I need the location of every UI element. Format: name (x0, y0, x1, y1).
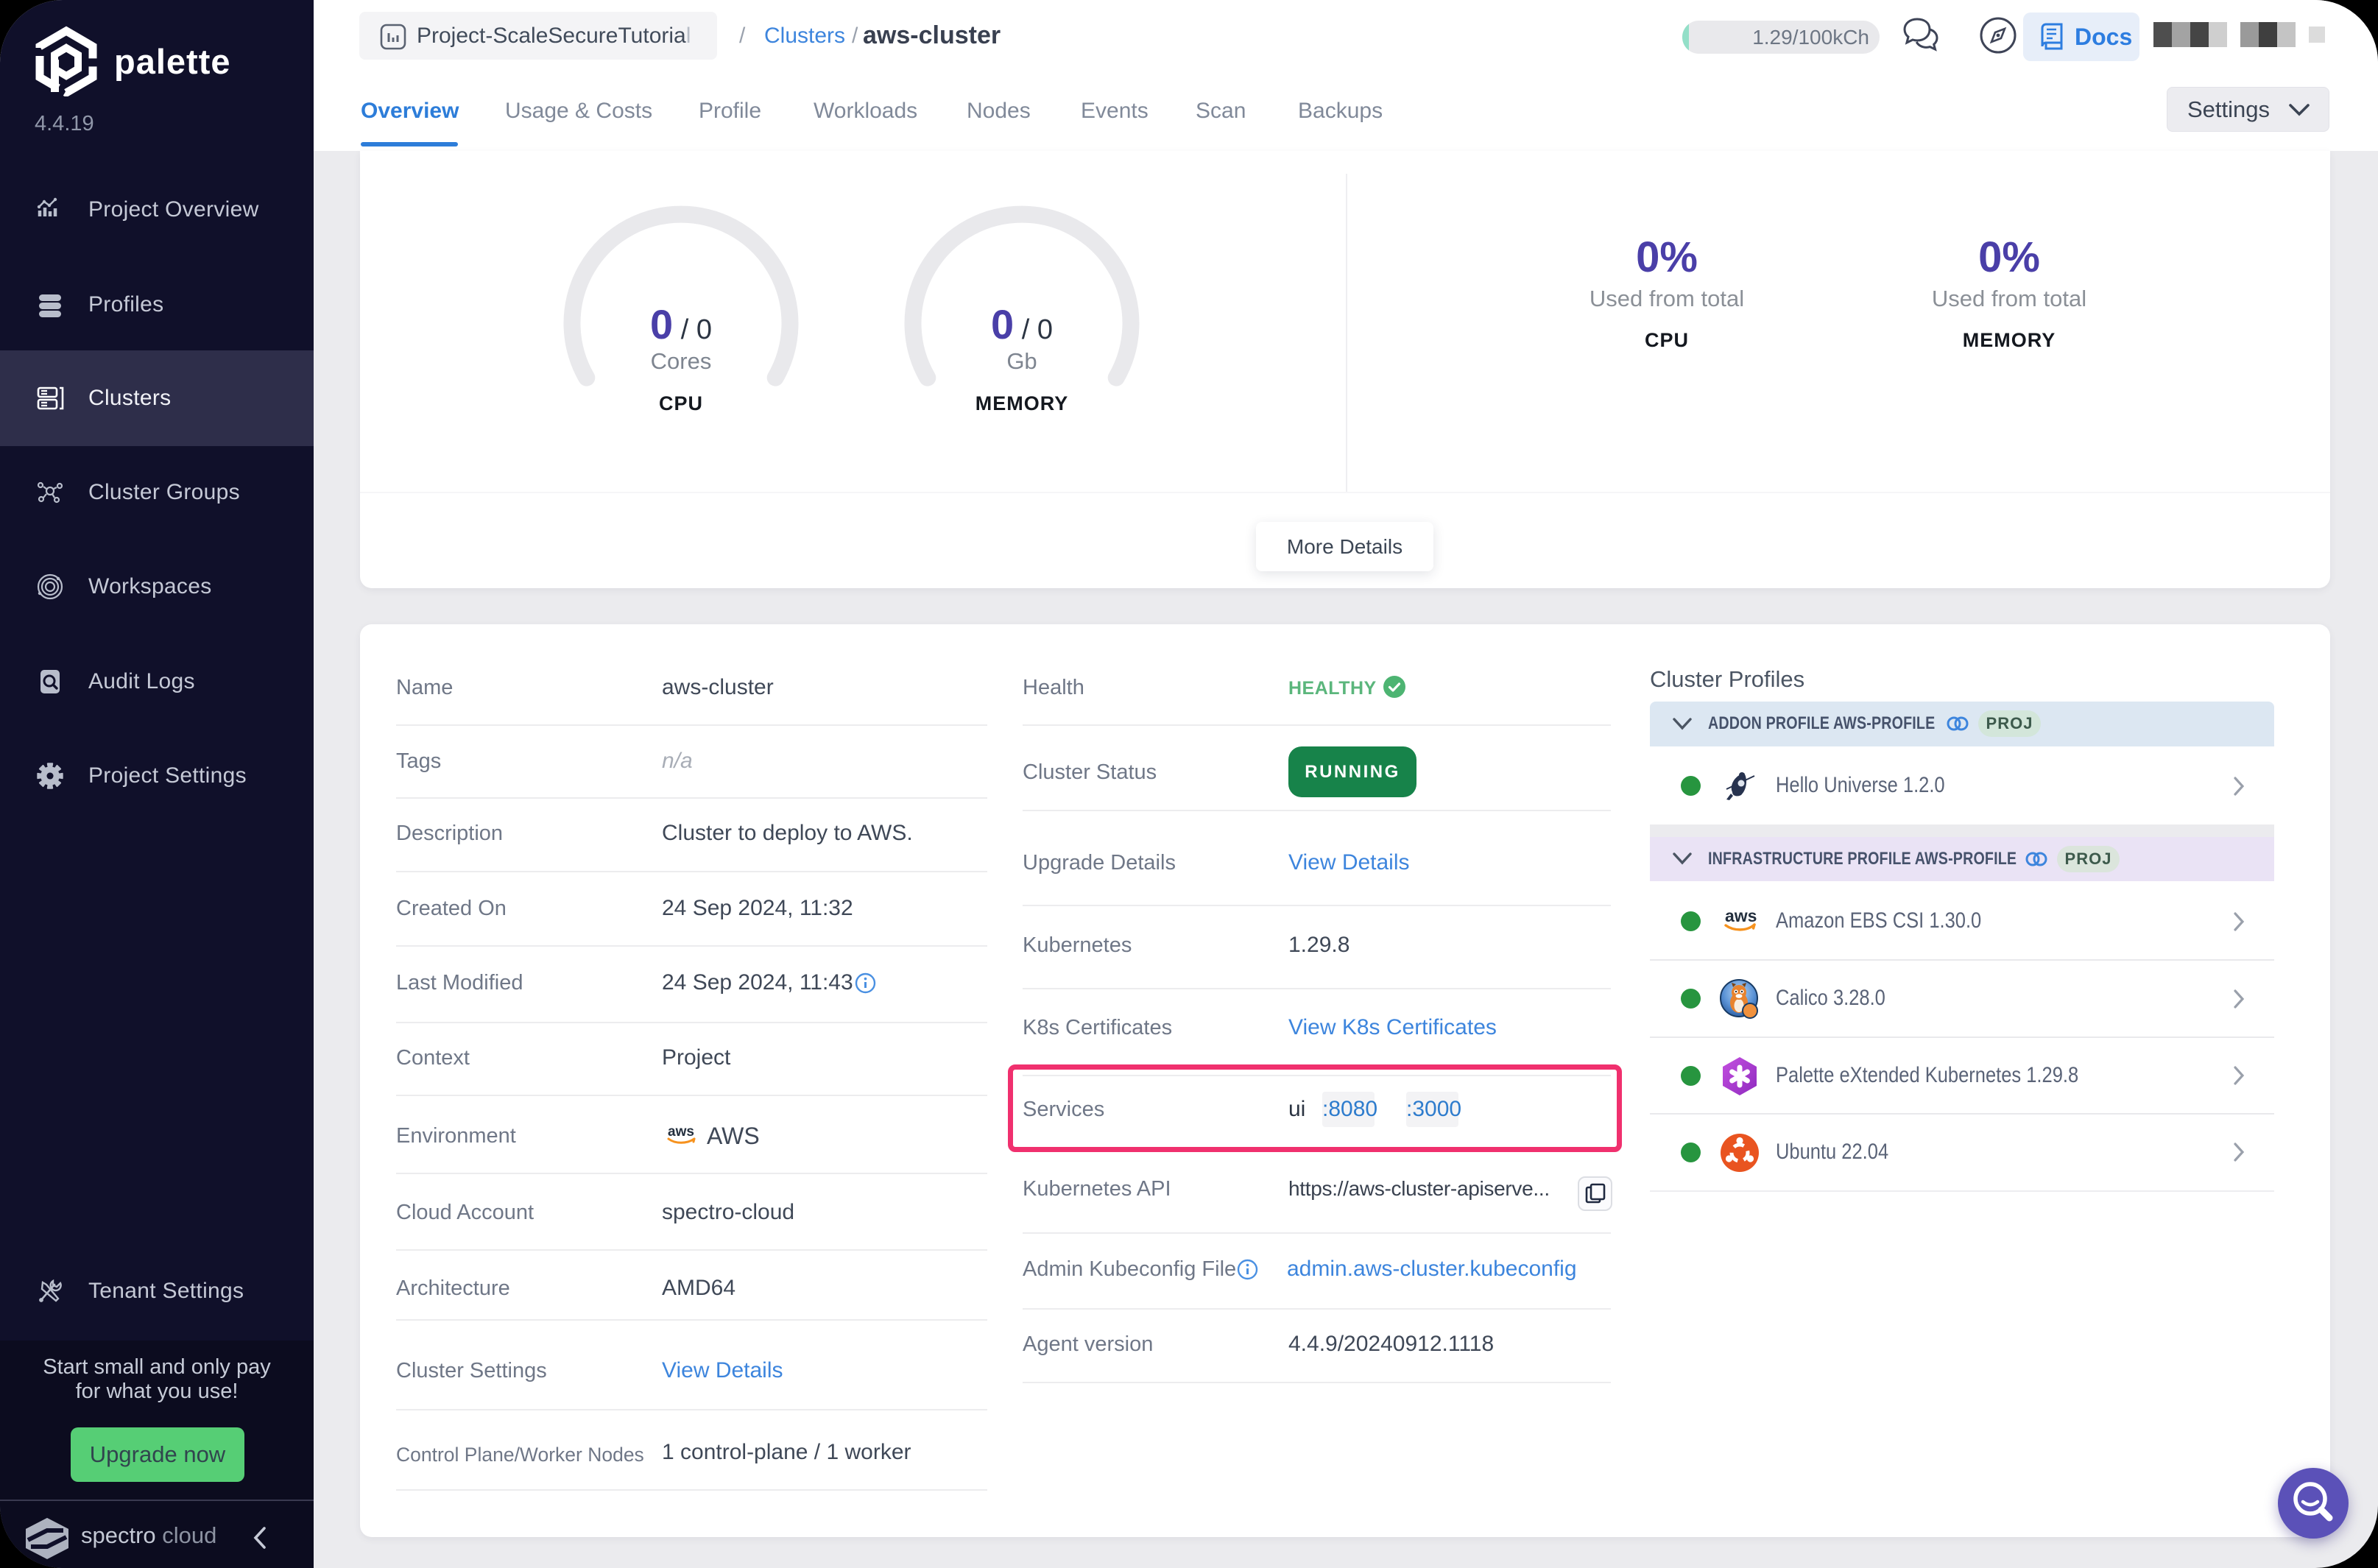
svg-text:aws: aws (668, 1124, 694, 1140)
svg-text:aws: aws (1725, 907, 1757, 925)
